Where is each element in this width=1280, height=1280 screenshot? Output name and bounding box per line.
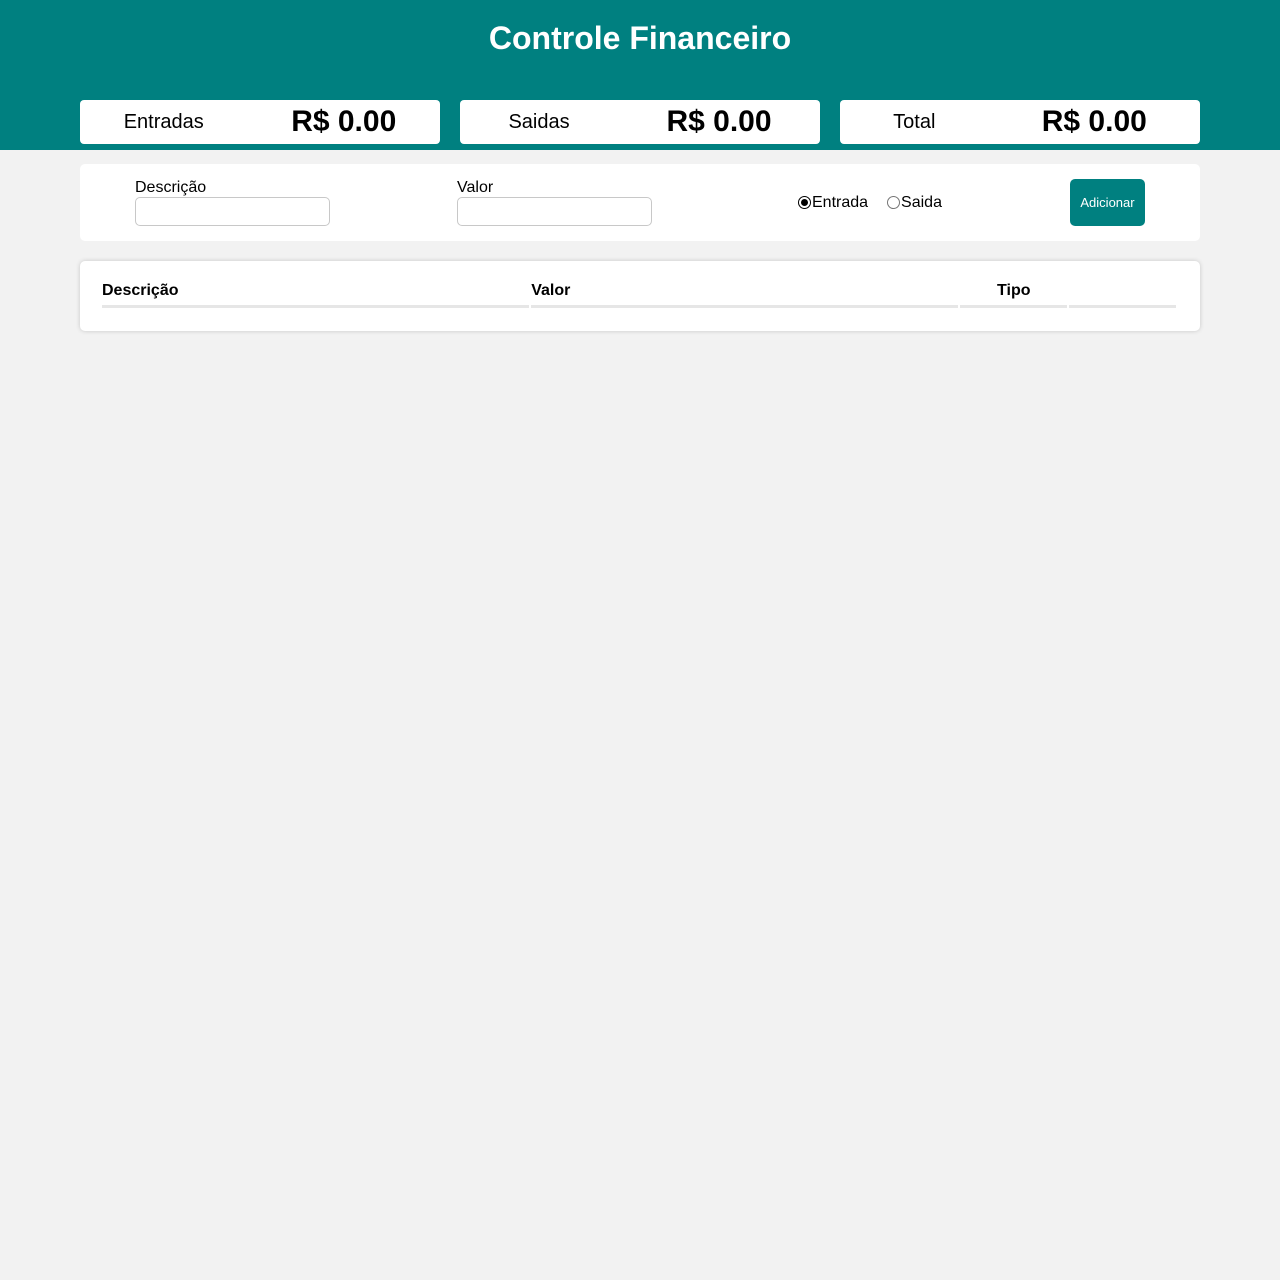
description-input[interactable] <box>135 197 330 226</box>
column-header-descricao: Descrição <box>102 281 530 308</box>
amount-input[interactable] <box>457 197 652 226</box>
entradas-label: Entradas <box>123 111 204 133</box>
amount-label: Valor <box>457 179 494 196</box>
column-header-actions <box>1069 281 1176 308</box>
summary-card-saidas: Saidas R$ 0.00 <box>460 100 820 144</box>
radio-entrada-label[interactable]: Entrada <box>812 193 868 212</box>
table-header-row: Descrição Valor Tipo <box>102 281 1176 308</box>
app-title: Controle Financeiro <box>488 20 792 56</box>
column-header-valor: Valor <box>531 281 959 308</box>
header-bar: Controle Financeiro Entradas R$ 0.00 Sai… <box>0 0 1280 150</box>
summary-card-entradas: Entradas R$ 0.00 <box>80 100 440 144</box>
description-label: Descrição <box>135 179 207 196</box>
entradas-value: R$ 0.00 <box>291 105 397 138</box>
amount-field: Valor <box>457 178 652 226</box>
type-radio-group: Entrada Saida <box>798 193 942 212</box>
total-label: Total <box>893 111 936 133</box>
radio-saida[interactable]: Saida <box>887 193 942 212</box>
transactions-table: Descrição Valor Tipo <box>100 281 1178 308</box>
column-header-tipo: Tipo <box>960 281 1068 308</box>
transactions-panel: Descrição Valor Tipo <box>80 261 1200 331</box>
add-button[interactable]: Adicionar <box>1070 179 1145 226</box>
summary-card-total: Total R$ 0.00 <box>840 100 1200 144</box>
transaction-form: Descrição Valor Entrada Saida Adicionar <box>80 164 1200 241</box>
radio-entrada-button[interactable] <box>798 196 811 209</box>
radio-saida-button[interactable] <box>887 196 901 209</box>
saidas-label: Saidas <box>508 111 570 133</box>
radio-saida-label[interactable]: Saida <box>901 193 942 212</box>
radio-entrada[interactable]: Entrada <box>798 193 868 212</box>
total-value: R$ 0.00 <box>1041 105 1147 138</box>
description-field: Descrição <box>135 178 330 226</box>
saidas-value: R$ 0.00 <box>666 105 772 138</box>
